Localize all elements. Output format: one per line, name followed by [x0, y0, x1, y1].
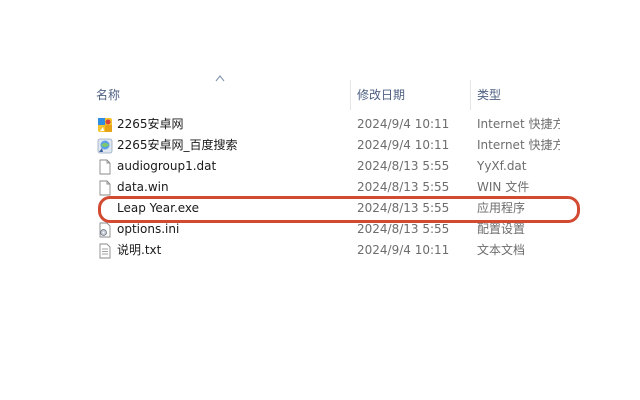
sort-ascending-icon[interactable] [214, 73, 226, 83]
internet-shortcut-icon [98, 118, 112, 132]
file-name: 2265安卓网 [117, 117, 184, 131]
file-date: 2024/9/4 10:11 [357, 243, 450, 257]
file-row[interactable]: audiogroup1.dat 2024/8/13 5:55 YyXf.dat [92, 156, 560, 177]
file-row[interactable]: Leap Year.exe 2024/8/13 5:55 应用程序 [92, 198, 560, 219]
config-settings-icon [99, 222, 111, 238]
file-row[interactable]: 说明.txt 2024/9/4 10:11 文本文档 [92, 240, 560, 261]
application-icon [98, 204, 112, 214]
file-date: 2024/9/4 10:11 [357, 117, 450, 131]
text-document-icon [99, 243, 111, 259]
file-date: 2024/8/13 5:55 [357, 159, 450, 173]
file-name: audiogroup1.dat [117, 159, 217, 173]
file-name: 2265安卓网_百度搜索 [117, 138, 238, 152]
file-date: 2024/9/4 10:11 [357, 138, 450, 152]
file-type: YyXf.dat [477, 159, 527, 173]
column-header-type[interactable]: 类型 [477, 84, 567, 106]
blank-file-icon [99, 180, 111, 196]
column-header-date-modified[interactable]: 修改日期 [357, 84, 467, 106]
file-row[interactable]: data.win 2024/8/13 5:55 WIN 文件 [92, 177, 560, 198]
file-type: Internet 快捷方式 [477, 138, 560, 152]
internet-shortcut-icon [97, 138, 113, 154]
file-row[interactable]: 2265安卓网_百度搜索 2024/9/4 10:11 Internet 快捷方… [92, 135, 560, 156]
file-name: Leap Year.exe [117, 201, 200, 215]
file-date: 2024/8/13 5:55 [357, 222, 450, 236]
file-name: data.win [117, 180, 169, 194]
file-name: options.ini [117, 222, 180, 236]
file-row[interactable]: 2265安卓网 2024/9/4 10:11 Internet 快捷方式 [92, 114, 560, 135]
column-divider[interactable] [470, 80, 471, 110]
column-divider[interactable] [350, 80, 351, 110]
file-date: 2024/8/13 5:55 [357, 180, 450, 194]
file-date: 2024/8/13 5:55 [357, 201, 450, 215]
file-name: 说明.txt [117, 243, 162, 257]
blank-file-icon [99, 159, 111, 175]
file-type: 应用程序 [477, 201, 526, 215]
column-header-name[interactable]: 名称 [96, 84, 346, 106]
file-type: Internet 快捷方式 [477, 117, 560, 131]
file-row[interactable]: options.ini 2024/8/13 5:55 配置设置 [92, 219, 560, 240]
file-list-pane: 名称 修改日期 类型 2265安卓网 2024/9/4 10:11 Intern… [0, 0, 640, 400]
file-type: 文本文档 [477, 243, 526, 257]
file-type: WIN 文件 [477, 180, 530, 194]
file-type: 配置设置 [477, 222, 526, 236]
